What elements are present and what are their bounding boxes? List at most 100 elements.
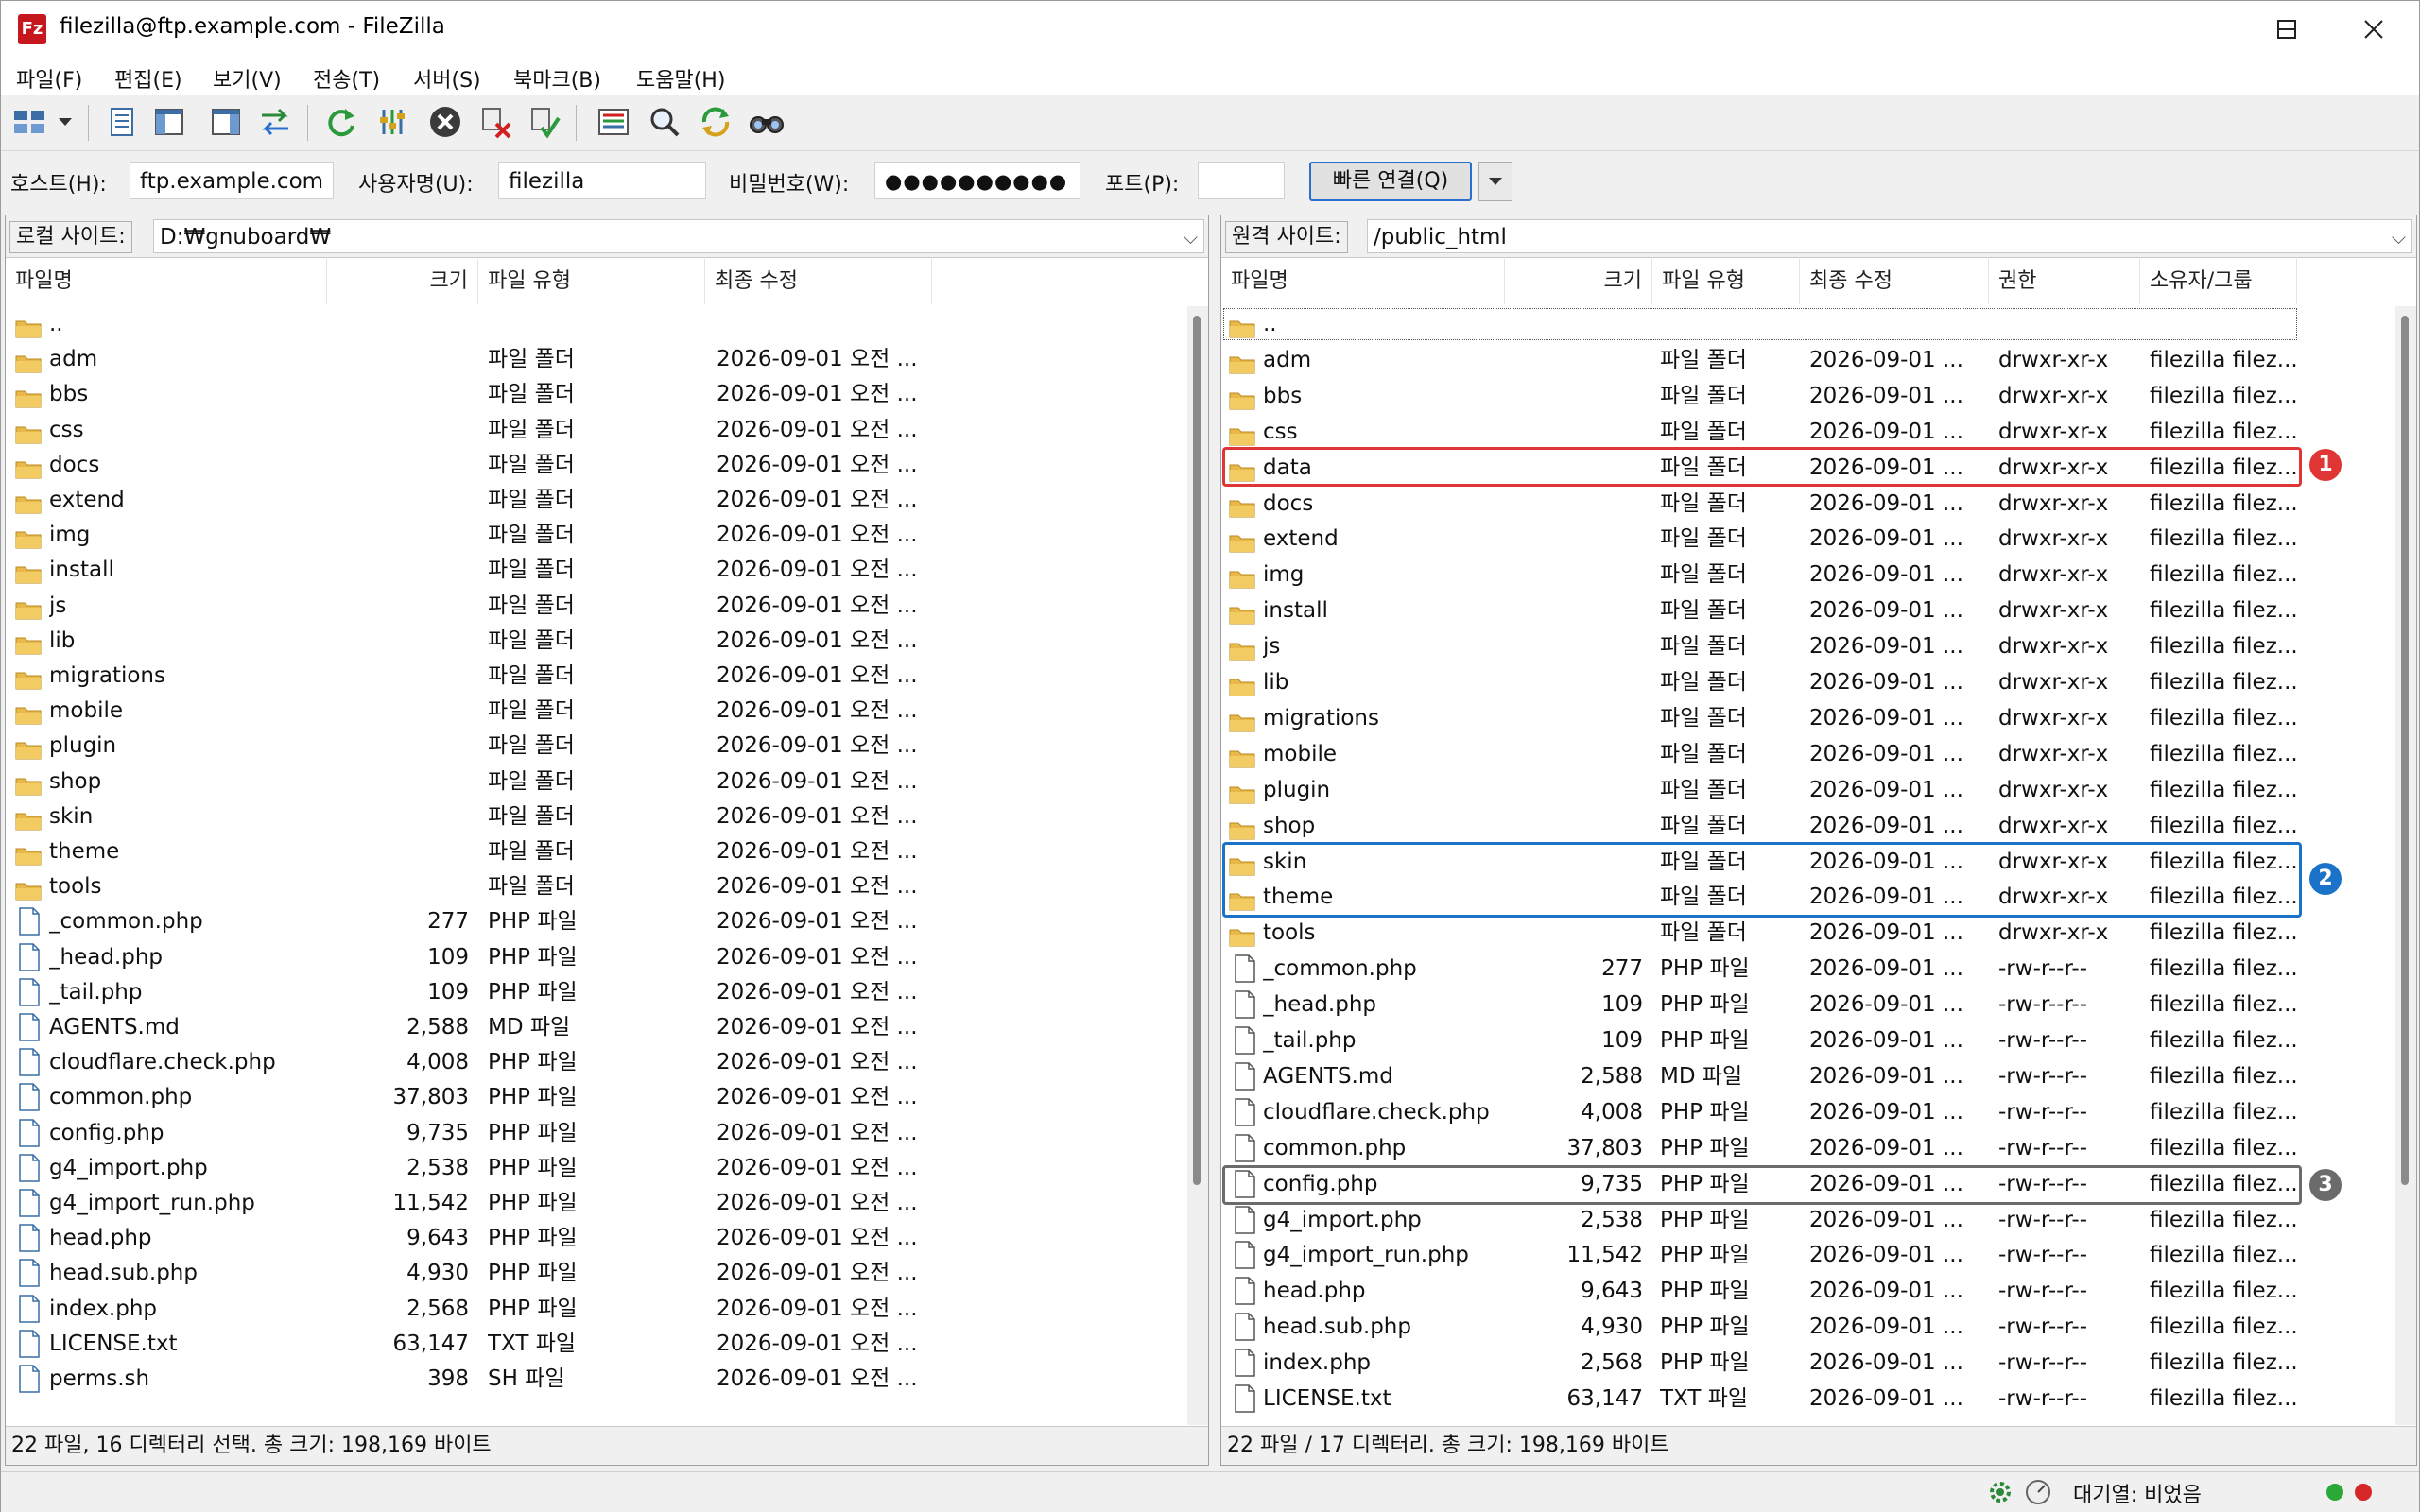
search-remote-icon[interactable] [646,103,683,141]
col-owner[interactable]: 소유자/그룹 [2140,259,2297,304]
table-row[interactable]: .. [1221,306,2299,342]
cancel-icon[interactable] [426,103,464,141]
table-row[interactable]: AGENTS.md 2,588 MD 파일 2026-09-01 ... -rw-r--… [1221,1058,2299,1094]
table-row[interactable]: theme 파일 폴더 2026-09-01 오전 ... [6,833,1167,869]
table-row[interactable]: js 파일 폴더 2026-09-01 오전 ... [6,587,1167,624]
refresh-icon[interactable] [322,103,360,141]
maximize-icon[interactable] [2241,1,2332,58]
remote-scrollbar[interactable] [2395,306,2416,1425]
chevron-down-icon[interactable]: ⌵ [2392,220,2406,254]
host-input[interactable]: ftp.example.com [130,162,334,199]
table-row[interactable]: adm 파일 폴더 2026-09-01 오전 ... [6,341,1167,378]
col-filename[interactable]: 파일명 [6,259,327,304]
local-path-input[interactable]: D:₩gnuboard₩ ⌵ [153,219,1204,253]
col-size[interactable]: 크기 [327,259,478,304]
scroll-thumb[interactable] [2401,316,2409,1185]
chevron-down-icon[interactable] [54,103,77,141]
table-row[interactable]: g4_import.php 2,538 PHP 파일 2026-09-01 ... -r… [1221,1202,2299,1238]
directory-compare-icon[interactable] [595,103,632,141]
table-row[interactable]: head.sub.php 4,930 PHP 파일 2026-09-01 ... -rw… [1221,1309,2299,1345]
table-row[interactable]: mobile 파일 폴더 2026-09-01 ... drwxr-xr-x filez… [1221,736,2299,772]
table-row[interactable]: LICENSE.txt 63,147 TXT 파일 2026-09-01 오전 ... [6,1325,1167,1362]
close-icon[interactable] [2328,1,2419,58]
menu-edit[interactable]: 편집(E) [114,63,182,94]
table-row[interactable]: index.php 2,568 PHP 파일 2026-09-01 오전 ... [6,1290,1167,1327]
table-row[interactable]: docs 파일 폴더 2026-09-01 오전 ... [6,446,1167,483]
menu-file[interactable]: 파일(F) [16,63,82,94]
table-row[interactable]: _tail.php 109 PHP 파일 2026-09-01 ... -rw-r--r… [1221,1022,2299,1058]
table-row[interactable]: cloudflare.check.php 4,008 PHP 파일 2026-09-0… [6,1044,1167,1081]
table-row[interactable]: lib 파일 폴더 2026-09-01 오전 ... [6,622,1167,659]
table-row[interactable]: common.php 37,803 PHP 파일 2026-09-01 ... -rw-… [1221,1130,2299,1166]
table-row[interactable]: head.sub.php 4,930 PHP 파일 2026-09-01 오전 ... [6,1255,1167,1292]
table-row[interactable]: css 파일 폴더 2026-09-01 오전 ... [6,411,1167,448]
table-row[interactable]: extend 파일 폴더 2026-09-01 오전 ... [6,482,1167,518]
table-row[interactable]: js 파일 폴더 2026-09-01 ... drwxr-xr-x filezilla… [1221,628,2299,664]
table-row[interactable]: img 파일 폴더 2026-09-01 ... drwxr-xr-x filezill… [1221,557,2299,593]
table-row[interactable]: bbs 파일 폴더 2026-09-01 ... drwxr-xr-x filezill… [1221,378,2299,414]
table-row[interactable]: _head.php 109 PHP 파일 2026-09-01 오전 ... [6,938,1167,975]
table-row[interactable]: config.php 9,735 PHP 파일 2026-09-01 오전 ... [6,1114,1167,1151]
scroll-thumb[interactable] [1193,316,1201,1185]
col-modified[interactable]: 최종 수정 [1800,259,1989,304]
reconnect-icon[interactable] [527,103,564,141]
site-manager-icon[interactable] [10,103,48,141]
menu-bookmarks[interactable]: 북마크(B) [513,63,601,94]
menu-help[interactable]: 도움말(H) [636,63,725,94]
col-permissions[interactable]: 권한 [1989,259,2140,304]
col-modified[interactable]: 최종 수정 [705,259,932,304]
table-row[interactable]: install 파일 폴더 2026-09-01 오전 ... [6,552,1167,589]
col-type[interactable]: 파일 유형 [1652,259,1800,304]
table-row[interactable]: g4_import.php 2,538 PHP 파일 2026-09-01 오전 ..… [6,1149,1167,1186]
table-row[interactable]: shop 파일 폴더 2026-09-01 오전 ... [6,763,1167,799]
menu-server[interactable]: 서버(S) [413,63,481,94]
table-row[interactable]: migrations 파일 폴더 2026-09-01 ... drwxr-xr-x f… [1221,700,2299,736]
col-size[interactable]: 크기 [1505,259,1652,304]
settings-icon[interactable] [1986,1478,2014,1506]
table-row[interactable]: _common.php 277 PHP 파일 2026-09-01 오전 ... [6,903,1167,940]
transfer-queue-icon[interactable] [256,103,294,141]
table-row[interactable]: head.php 9,643 PHP 파일 2026-09-01 ... -rw-r--… [1221,1273,2299,1309]
table-row[interactable]: _tail.php 109 PHP 파일 2026-09-01 오전 ... [6,973,1167,1010]
table-row[interactable]: g4_import_run.php 11,542 PHP 파일 2026-09-01 … [1221,1237,2299,1273]
table-row[interactable]: common.php 37,803 PHP 파일 2026-09-01 오전 ... [6,1079,1167,1116]
table-row[interactable]: plugin 파일 폴더 2026-09-01 ... drwxr-xr-x filez… [1221,772,2299,808]
filter-icon[interactable] [373,103,411,141]
table-row[interactable]: extend 파일 폴더 2026-09-01 ... drwxr-xr-x filez… [1221,521,2299,557]
quickconnect-dropdown-icon[interactable] [1478,162,1512,201]
find-files-icon[interactable] [748,103,786,141]
table-row[interactable]: head.php 9,643 PHP 파일 2026-09-01 오전 ... [6,1220,1167,1257]
remote-path-input[interactable]: /public_html ⌵ [1367,219,2412,253]
table-row[interactable]: _common.php 277 PHP 파일 2026-09-01 ... -rw-r-… [1221,951,2299,987]
table-row[interactable]: lib 파일 폴더 2026-09-01 ... drwxr-xr-x filezill… [1221,664,2299,700]
table-row[interactable]: adm 파일 폴더 2026-09-01 ... drwxr-xr-x filezill… [1221,342,2299,378]
table-row[interactable]: tools 파일 폴더 2026-09-01 ... drwxr-xr-x filezi… [1221,915,2299,951]
menu-transfer[interactable]: 전송(T) [313,63,380,94]
col-type[interactable]: 파일 유형 [478,259,705,304]
chevron-down-icon[interactable]: ⌵ [1184,220,1198,254]
table-row[interactable]: tools 파일 폴더 2026-09-01 오전 ... [6,868,1167,905]
local-tree-icon[interactable] [150,103,188,141]
table-row[interactable]: AGENTS.md 2,588 MD 파일 2026-09-01 오전 ... [6,1009,1167,1045]
table-row[interactable]: img 파일 폴더 2026-09-01 오전 ... [6,517,1167,554]
port-input[interactable] [1198,162,1285,199]
table-row[interactable]: plugin 파일 폴더 2026-09-01 오전 ... [6,728,1167,765]
table-row[interactable]: _head.php 109 PHP 파일 2026-09-01 ... -rw-r--r… [1221,987,2299,1022]
col-filename[interactable]: 파일명 [1221,259,1505,304]
table-row[interactable]: cloudflare.check.php 4,008 PHP 파일 2026-09-0… [1221,1094,2299,1130]
table-row[interactable]: LICENSE.txt 63,147 TXT 파일 2026-09-01 ... -rw… [1221,1381,2299,1417]
password-input[interactable]: ●●●●●●●●●● [874,162,1080,199]
table-row[interactable]: mobile 파일 폴더 2026-09-01 오전 ... [6,693,1167,730]
remote-tree-icon[interactable] [207,103,245,141]
table-row[interactable]: docs 파일 폴더 2026-09-01 ... drwxr-xr-x filezil… [1221,486,2299,522]
menu-view[interactable]: 보기(V) [213,63,282,94]
table-row[interactable]: css 파일 폴더 2026-09-01 ... drwxr-xr-x filezill… [1221,414,2299,450]
table-row[interactable]: install 파일 폴더 2026-09-01 ... drwxr-xr-x file… [1221,593,2299,628]
table-row[interactable]: .. [6,306,1167,342]
username-input[interactable]: filezilla [498,162,706,199]
speed-limit-icon[interactable] [2024,1478,2052,1506]
table-row[interactable]: bbs 파일 폴더 2026-09-01 오전 ... [6,376,1167,413]
table-row[interactable]: g4_import_run.php 11,542 PHP 파일 2026-09-01 … [6,1185,1167,1221]
local-scrollbar[interactable] [1187,306,1208,1425]
disconnect-icon[interactable] [477,103,515,141]
